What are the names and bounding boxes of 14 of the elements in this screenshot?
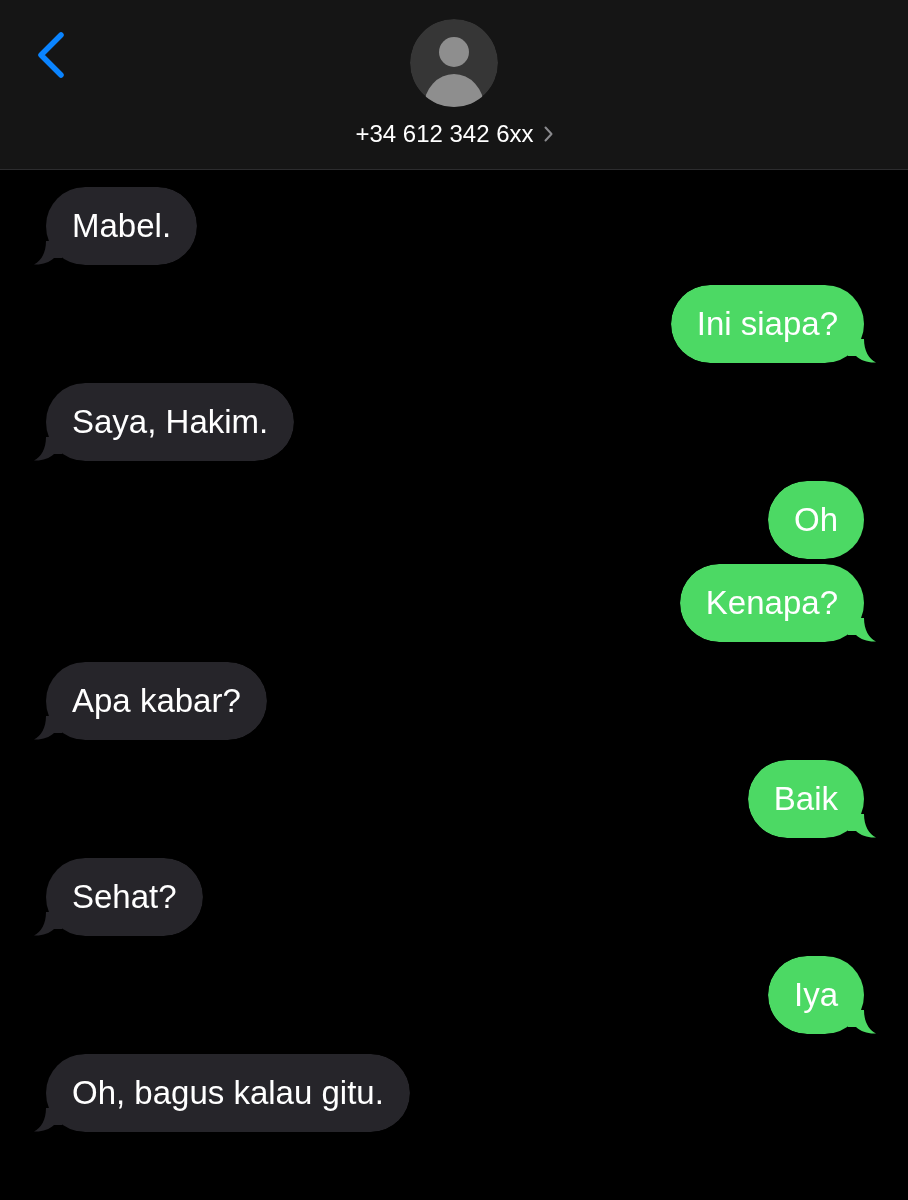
avatar-icon[interactable] — [410, 19, 498, 107]
chevron-right-icon — [543, 126, 553, 142]
received-message-bubble: Saya, Hakim. — [34, 383, 295, 461]
sent-message-bubble: Baik — [747, 760, 876, 838]
back-button[interactable] — [36, 31, 66, 79]
received-message-bubble: Sehat? — [34, 858, 203, 936]
chevron-left-icon — [36, 31, 66, 79]
sent-message-bubble: Kenapa? — [679, 564, 876, 642]
sent-message-bubble: Ini siapa? — [670, 285, 876, 363]
sent-message-bubble: Iya — [767, 956, 876, 1034]
contact-name-button[interactable]: +34 612 342 6xx — [355, 119, 553, 149]
received-message-bubble: Apa kabar? — [34, 662, 267, 740]
received-message-bubble: Oh, bagus kalau gitu. — [34, 1054, 410, 1132]
received-message-bubble: Mabel. — [34, 187, 198, 265]
